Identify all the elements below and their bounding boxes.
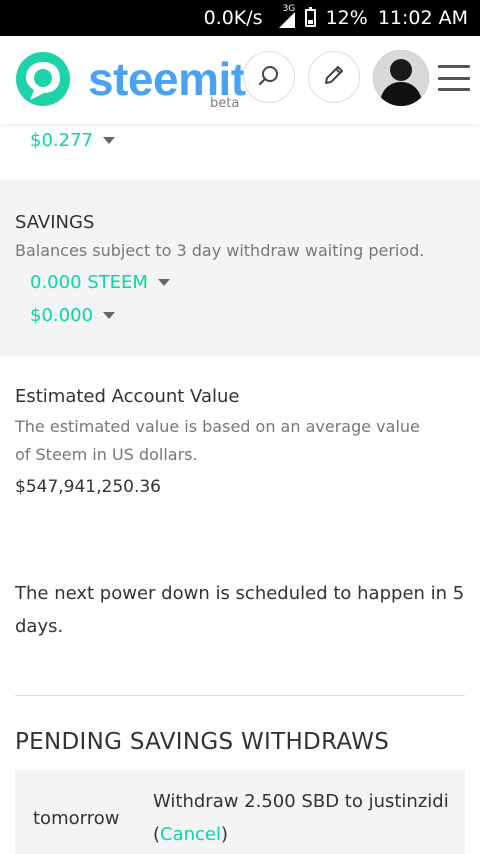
- withdraw-close-paren: ): [221, 824, 229, 845]
- savings-description: Balances subject to 3 day withdraw waiti…: [15, 241, 425, 260]
- write-post-button[interactable]: [308, 51, 360, 103]
- balance-usd-amount[interactable]: $0.277: [30, 130, 115, 151]
- network-speed: 0.0K/s: [203, 7, 263, 29]
- table-row: tomorrow Withdraw 2.500 SBD to justinzid…: [15, 770, 465, 854]
- signal-icon: 3G: [273, 4, 295, 28]
- estimated-value-title: Estimated Account Value: [15, 386, 240, 407]
- estimated-value-description: The estimated value is based on an avera…: [15, 417, 420, 464]
- clock: 11:02 AM: [377, 7, 468, 29]
- estimated-value-amount: $547,941,250.36: [15, 477, 162, 497]
- search-button[interactable]: [243, 51, 295, 103]
- chevron-down-icon: [102, 312, 115, 319]
- hamburger-menu-icon[interactable]: [438, 65, 470, 91]
- withdraw-description: Withdraw 2.500 SBD to justinzidi (Cancel…: [153, 785, 453, 851]
- steemit-logo-icon[interactable]: [14, 50, 72, 112]
- savings-title: SAVINGS: [15, 212, 95, 233]
- savings-usd-dropdown[interactable]: $0.000: [30, 305, 115, 326]
- savings-usd-value: $0.000: [30, 305, 93, 326]
- status-bar: 0.0K/s 3G 12% 11:02 AM: [0, 0, 480, 36]
- balance-usd-value: $0.277: [30, 130, 93, 151]
- chevron-down-icon: [102, 137, 115, 144]
- search-icon: [257, 63, 281, 91]
- app-header: steemit beta: [0, 36, 480, 124]
- divider: [15, 695, 465, 696]
- withdraw-date: tomorrow: [33, 808, 120, 829]
- pending-withdraws-title: PENDING SAVINGS WITHDRAWS: [15, 729, 390, 755]
- savings-steem-value: 0.000 STEEM: [30, 272, 148, 293]
- pencil-icon: [322, 63, 346, 91]
- cancel-link[interactable]: Cancel: [160, 824, 221, 845]
- beta-badge: beta: [210, 96, 240, 111]
- savings-section: SAVINGS Balances subject to 3 day withdr…: [0, 180, 480, 356]
- chevron-down-icon: [157, 279, 170, 286]
- savings-steem-dropdown[interactable]: 0.000 STEEM: [30, 272, 170, 293]
- avatar[interactable]: [373, 50, 429, 106]
- power-down-notice: The next power down is scheduled to happ…: [15, 583, 465, 637]
- battery-level: 12%: [325, 7, 368, 29]
- battery-icon: [304, 7, 316, 27]
